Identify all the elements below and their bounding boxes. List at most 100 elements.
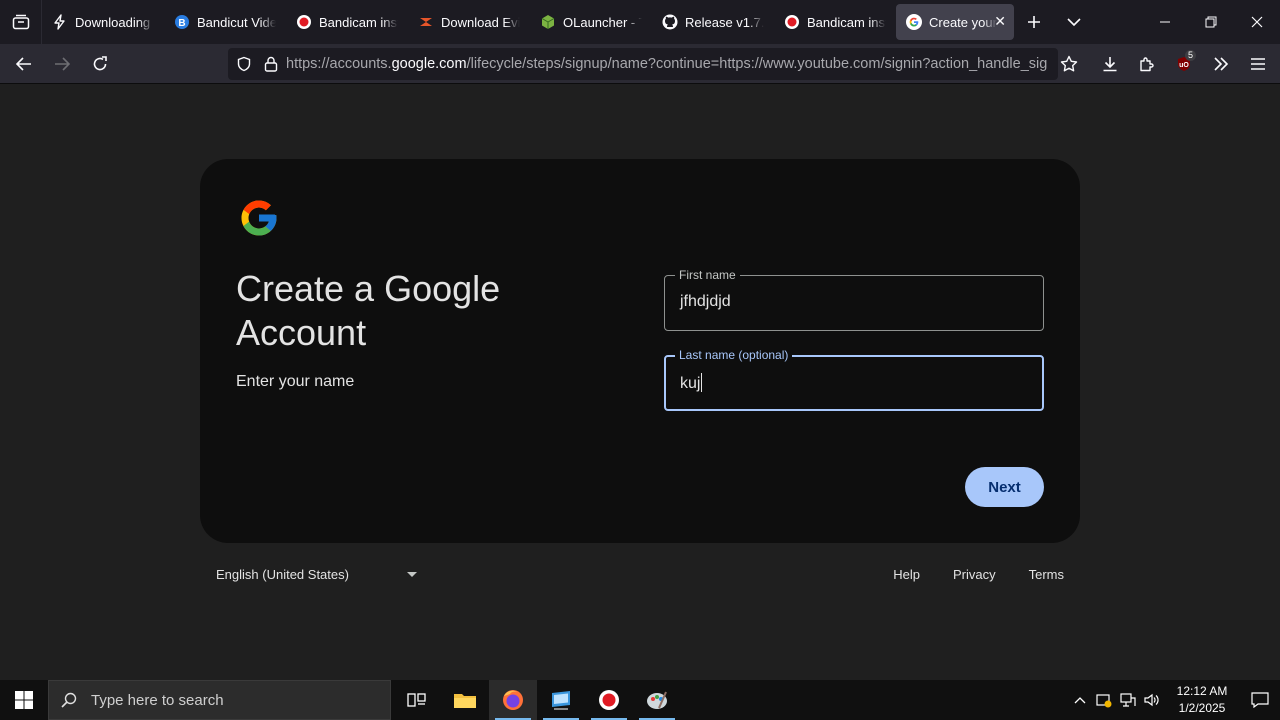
last-name-label: Last name (optional) (675, 348, 793, 362)
downloads-button[interactable] (1091, 44, 1128, 84)
lock-icon[interactable] (264, 56, 278, 72)
bandicam-icon (296, 14, 312, 30)
browser-tab[interactable]: Downloading f (42, 4, 164, 40)
browser-tab[interactable]: OLauncher - T (530, 4, 652, 40)
last-name-field[interactable]: Last name (optional) kuj (664, 348, 1044, 411)
browser-tab[interactable]: Release v1.7.3_ (652, 4, 774, 40)
minimize-icon (1160, 21, 1170, 23)
svg-text:uO: uO (1179, 62, 1189, 69)
cube-icon (540, 14, 556, 30)
privacy-link[interactable]: Privacy (953, 567, 996, 582)
reload-button[interactable] (82, 48, 118, 80)
tracking-protection-icon[interactable] (236, 56, 252, 72)
download-icon (1103, 57, 1116, 72)
google-icon (906, 14, 922, 30)
url-prefix: https://accounts. (286, 56, 392, 72)
extensions-button[interactable] (1128, 44, 1165, 84)
start-button[interactable] (0, 680, 48, 720)
firefox-icon (503, 690, 523, 710)
language-selector[interactable]: English (United States) (216, 567, 417, 582)
hamburger-icon (1250, 58, 1265, 70)
taskbar-clock[interactable]: 12:12 AM 1/2/2025 (1172, 683, 1232, 717)
language-selector-label: English (United States) (216, 567, 349, 582)
page-content: Create a Google Account Enter your name … (0, 85, 1280, 680)
svg-text:B: B (178, 18, 185, 29)
browser-tab[interactable]: Download Evil (408, 4, 530, 40)
windows-taskbar: Type here to search 12:12 AM 1/2/2025 (0, 680, 1280, 720)
tab-label: Bandicut Vide (197, 14, 276, 30)
browser-tab-active[interactable]: Create your ✕ (896, 4, 1014, 40)
close-window-button[interactable] (1234, 0, 1280, 44)
browser-tab[interactable]: Bandicam inst (774, 4, 896, 40)
tab-overflow-button[interactable] (1054, 0, 1094, 44)
tab-tray-icon (12, 14, 29, 30)
volume-tray-icon[interactable] (1140, 680, 1164, 720)
bandicam-icon (784, 14, 800, 30)
first-name-field[interactable]: First name jfhdjdjd (664, 268, 1044, 331)
close-icon (1251, 16, 1263, 28)
taskbar-search-placeholder: Type here to search (91, 691, 224, 709)
reload-icon (93, 55, 107, 70)
chevron-up-icon (1074, 697, 1086, 704)
browser-tab[interactable]: B Bandicut Vide (164, 4, 286, 40)
last-name-input[interactable]: kuj (680, 375, 700, 392)
ublock-extension-button[interactable]: uO 5 (1165, 44, 1202, 84)
tab-label: Bandicam inst (807, 14, 886, 30)
browser-tab[interactable]: Bandicam inst (286, 4, 408, 40)
extension-badge: 5 (1184, 50, 1196, 61)
taskbar-search-box[interactable]: Type here to search (48, 680, 391, 720)
next-button[interactable]: Next (965, 467, 1044, 507)
arrow-right-icon (55, 56, 70, 71)
toolbar-right: uO 5 (1050, 44, 1280, 84)
tab-label: Download Evil (441, 14, 520, 30)
bookmark-button[interactable] (1050, 44, 1087, 84)
more-tools-button[interactable] (1202, 44, 1239, 84)
restore-icon (1205, 16, 1217, 28)
security-tray-icon[interactable] (1092, 680, 1116, 720)
restore-button[interactable] (1188, 0, 1234, 44)
google-logo-icon (241, 200, 277, 236)
chevron-down-icon (1067, 18, 1081, 27)
task-view-icon (407, 693, 426, 707)
clock-time: 12:12 AM (1176, 684, 1228, 698)
show-hidden-icons-button[interactable] (1068, 680, 1092, 720)
last-name-input-wrap[interactable]: kuj (680, 373, 703, 393)
minimize-button[interactable] (1142, 0, 1188, 44)
url-text[interactable]: https://accounts.google.com/lifecycle/st… (286, 56, 1048, 72)
list-all-tabs-button[interactable] (0, 0, 42, 44)
task-view-button[interactable] (393, 680, 441, 720)
footer-links: Help Privacy Terms (860, 567, 1064, 582)
puzzle-icon (1139, 57, 1154, 72)
file-explorer-taskbar-button[interactable] (441, 680, 489, 720)
url-path: /lifecycle/steps/signup/name?continue=ht… (466, 56, 1048, 72)
windows-logo-icon (15, 691, 33, 709)
address-bar[interactable]: https://accounts.google.com/lifecycle/st… (228, 48, 1058, 80)
network-icon (1120, 693, 1136, 707)
settings-app-taskbar-button[interactable] (633, 680, 681, 720)
browser-tab-bar: Downloading f B Bandicut Vide Bandicam i… (0, 0, 1280, 44)
help-link[interactable]: Help (893, 567, 920, 582)
back-button[interactable] (6, 48, 42, 80)
signup-card: Create a Google Account Enter your name … (200, 159, 1080, 543)
forward-button[interactable] (44, 48, 80, 80)
tab-label: OLauncher - T (563, 14, 642, 30)
bandicam-taskbar-button[interactable] (585, 680, 633, 720)
tab-label: Release v1.7.3_ (685, 14, 764, 30)
double-chevron-right-icon (1213, 57, 1228, 71)
terms-link[interactable]: Terms (1029, 567, 1064, 582)
search-icon (61, 692, 77, 708)
close-tab-icon[interactable]: ✕ (994, 13, 1006, 30)
paint-palette-icon (647, 691, 667, 709)
app-menu-button[interactable] (1239, 44, 1276, 84)
github-icon (662, 14, 678, 30)
new-tab-button[interactable] (1014, 0, 1054, 44)
network-tray-icon[interactable] (1116, 680, 1140, 720)
first-name-input[interactable]: jfhdjdjd (680, 293, 731, 311)
action-center-button[interactable] (1240, 680, 1280, 720)
first-name-label: First name (675, 268, 740, 282)
firefox-taskbar-button[interactable] (489, 680, 537, 720)
shield-warning-icon (1096, 694, 1112, 708)
page-subtitle: Enter your name (236, 373, 355, 390)
system-tray: 12:12 AM 1/2/2025 (1068, 680, 1280, 720)
rdp-taskbar-button[interactable] (537, 680, 585, 720)
